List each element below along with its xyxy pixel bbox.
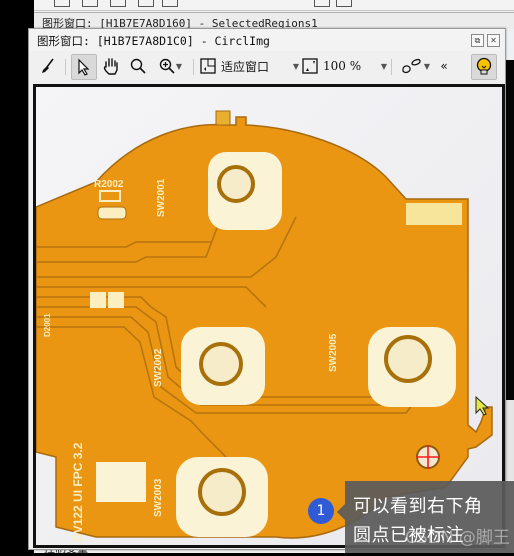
- pan-hand-icon[interactable]: [99, 54, 123, 78]
- chevron-down-icon: ▼: [292, 61, 299, 71]
- silk-d2001: D2001: [43, 313, 52, 337]
- window-icon[interactable]: [162, 0, 178, 7]
- fit-window-icon: [200, 58, 216, 74]
- toolbar-separator: [193, 59, 194, 75]
- background-panel-light: [505, 400, 514, 480]
- collapse-chevron-icon: «: [440, 59, 448, 73]
- background-window-title: 图形窗口: [H1B7E7A8D160] - SelectedRegions1: [34, 12, 514, 30]
- magnify-icon[interactable]: [127, 54, 149, 78]
- window-title: 图形窗口: [H1B7E7A8D1C0] - CirclImg: [37, 34, 270, 48]
- silk-sw2003: SW2003: [153, 478, 164, 517]
- record-icon[interactable]: [314, 0, 330, 7]
- pcb-pad-rect: [406, 203, 462, 225]
- background-toolbar: [34, 0, 514, 11]
- annotated-point-marker: [416, 445, 440, 469]
- window-titlebar[interactable]: 图形窗口: [H1B7E7A8D1C0] - CirclImg ⧉ ✕: [29, 29, 505, 51]
- silk-r2002: R2002: [94, 179, 124, 190]
- pad-sw2002: [181, 327, 265, 405]
- pad-sw2005: [368, 327, 456, 407]
- toolbar-separator: [391, 59, 392, 75]
- fit-window-label: 适应窗口: [221, 59, 270, 74]
- zoom-level-icon: [302, 58, 318, 74]
- zoom-level-value: 100 %: [323, 59, 362, 73]
- pcb-connector: [215, 110, 231, 126]
- silk-sw2005: SW2005: [328, 333, 339, 372]
- tooltip-arrow: [337, 504, 345, 520]
- tooltip-line-1: 可以看到右下角: [353, 496, 483, 517]
- chevron-down-icon: ▼: [380, 61, 387, 71]
- watermark: CSDN @脚王: [405, 528, 510, 548]
- zoom-in-icon: [159, 58, 175, 74]
- close-icon[interactable]: ✕: [487, 34, 500, 47]
- select-pointer-icon[interactable]: [71, 54, 97, 80]
- lightbulb-icon[interactable]: [471, 54, 497, 80]
- pcb-image: R2002 SW2001 SW2002 SW2003 SW2005 D2001 …: [36, 87, 502, 545]
- zoom-in-dropdown[interactable]: ▼: [153, 54, 187, 78]
- silk-sw2001: SW2001: [156, 178, 167, 217]
- toolbar-separator: [65, 59, 66, 75]
- restore-icon[interactable]: ⧉: [471, 34, 484, 47]
- tutorial-tooltip: 可以看到右下角 圆点已被标注 CSDN @脚王: [345, 481, 514, 553]
- image-canvas[interactable]: R2002 SW2001 SW2002 SW2003 SW2005 D2001 …: [33, 84, 505, 548]
- save-file-icon[interactable]: [110, 0, 126, 7]
- background-panel: [505, 60, 514, 400]
- open-file-icon[interactable]: [82, 0, 98, 7]
- stop-icon[interactable]: [336, 0, 352, 7]
- zoom-level-dropdown[interactable]: 100 % ▼: [301, 54, 387, 78]
- new-file-icon[interactable]: [54, 0, 70, 7]
- silk-board-name: DV122 UI FPC 3.2: [71, 442, 85, 542]
- fit-window-dropdown[interactable]: 适应窗口 ▼: [199, 54, 299, 78]
- pcb-pad-square: [96, 462, 146, 502]
- pad-sw2001: [208, 152, 282, 230]
- collapse-toolbar-button[interactable]: «: [435, 54, 453, 78]
- silk-sw2002: SW2002: [153, 348, 164, 387]
- print-icon[interactable]: [138, 0, 154, 7]
- draw-shape-dropdown[interactable]: ▼: [397, 54, 433, 78]
- chevron-down-icon: ▼: [423, 61, 431, 71]
- component-resistor: [97, 206, 127, 220]
- graphics-toolbar: ▼ 适应窗口 ▼ 100 % ▼ ▼ «: [29, 51, 505, 83]
- pad-sw2003: [176, 457, 268, 537]
- component-d2001b: [108, 292, 124, 308]
- clear-icon[interactable]: [37, 54, 59, 78]
- component-d2001: [90, 292, 106, 308]
- graphics-window: 图形窗口: [H1B7E7A8D1C0] - CirclImg ⧉ ✕ ▼ 适应…: [28, 28, 506, 550]
- freeform-shape-icon: [402, 58, 421, 74]
- chevron-down-icon: ▼: [175, 61, 183, 71]
- step-badge: 1: [308, 498, 334, 524]
